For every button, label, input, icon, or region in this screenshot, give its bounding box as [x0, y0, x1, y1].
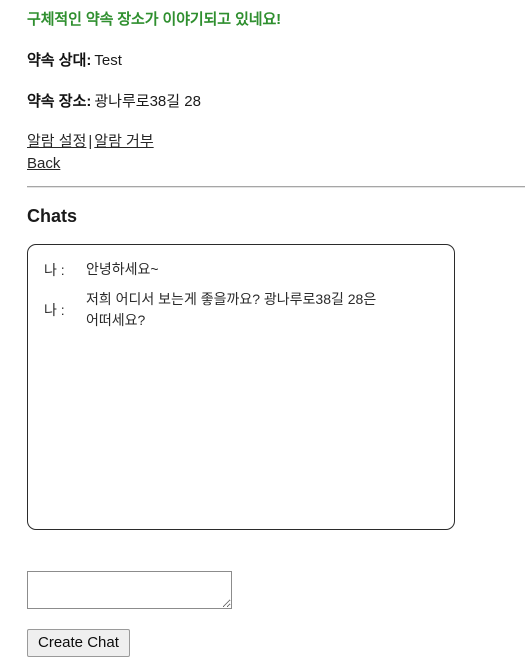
appointment-place-row: 약속 장소: 광나루로38길 28 — [27, 70, 525, 111]
chat-log-box: 나 : 안녕하세요~ 나 : 저희 어디서 보는게 좋을까요? 광나루로38길 … — [27, 244, 455, 530]
chat-speaker-label: 나 : — [44, 302, 65, 318]
appointment-place-value: 광나루로38길 28 — [94, 93, 201, 110]
chat-message-text: 저희 어디서 보는게 좋을까요? 광나루로38길 28은 어떠세요? — [86, 291, 377, 328]
appointment-partner-row: 약속 상대: Test — [27, 29, 525, 70]
alert-headline: 구체적인 약속 장소가 이야기되고 있네요! — [27, 11, 282, 28]
alarm-reject-link[interactable]: 알람 거부 — [94, 133, 153, 150]
back-link[interactable]: Back — [27, 155, 60, 172]
alarm-set-link[interactable]: 알람 설정 — [27, 133, 86, 150]
chat-speaker-label: 나 : — [44, 261, 65, 278]
chat-input[interactable] — [27, 571, 232, 609]
appointment-partner-value: Test — [94, 52, 122, 69]
appointment-partner-label: 약속 상대: — [27, 52, 92, 69]
back-row: Back — [27, 151, 525, 173]
chat-message-row: 나 : 안녕하세요~ — [44, 259, 438, 280]
create-chat-button[interactable]: Create Chat — [27, 629, 130, 657]
chat-message-row: 나 : 저희 어디서 보는게 좋을까요? 광나루로38길 28은 어떠세요? — [44, 289, 438, 331]
chats-heading: Chats — [27, 206, 78, 226]
chat-message-text: 안녕하세요~ — [86, 261, 159, 277]
appointment-place-label: 약속 장소: — [27, 93, 92, 110]
chat-composer: Create Chat — [27, 530, 525, 657]
page-container: 구체적인 약속 장소가 이야기되고 있네요! 약속 상대: Test 약속 장소:… — [0, 0, 525, 657]
alarm-links-row: 알람 설정 | 알람 거부 — [27, 111, 525, 151]
